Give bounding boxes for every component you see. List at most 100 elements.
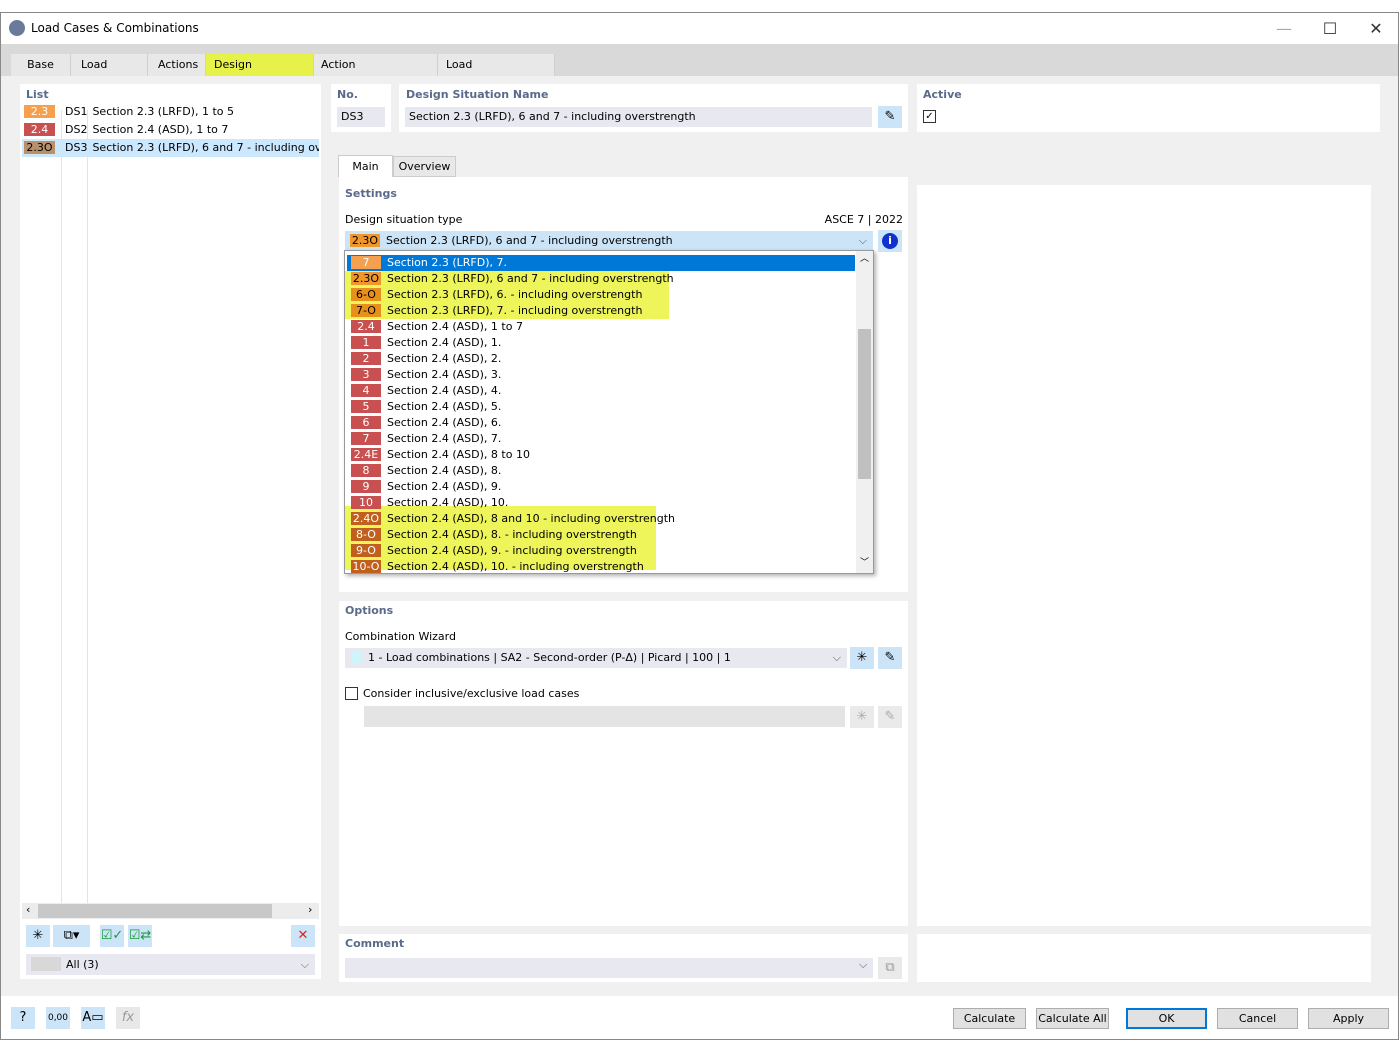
combination-wizard-label: Combination Wizard [345, 630, 456, 643]
list-item[interactable]: 2.4 DS2 Section 2.4 (ASD), 1 to 7 [22, 121, 319, 139]
new-item-icon[interactable]: ✳ [26, 925, 50, 947]
scrollbar-thumb[interactable] [858, 329, 871, 479]
cancel-button[interactable]: Cancel [1217, 1008, 1298, 1029]
edit-name-icon[interactable]: ✎ [878, 106, 902, 128]
list-item[interactable]: 2.3 DS1 Section 2.3 (LRFD), 1 to 5 [22, 103, 319, 121]
content-area: List 2.3 DS1 Section 2.3 (LRFD), 1 to 5 2.4… [1, 76, 1398, 996]
option-badge: 4 [351, 383, 381, 397]
tab-actions[interactable]: Actions [148, 54, 206, 76]
comment-library-icon[interactable]: ⧉ [878, 957, 902, 979]
scroll-down-icon[interactable]: ﹀ [860, 555, 869, 568]
dropdown-option[interactable]: 4 Section 2.4 (ASD), 4. [347, 383, 501, 399]
type-value: Section 2.3 (LRFD), 6 and 7 - including … [386, 234, 673, 247]
info-button[interactable]: i [878, 230, 902, 252]
calculate-button[interactable]: Calculate [953, 1008, 1026, 1029]
option-badge: 7-O [351, 303, 381, 317]
comment-field[interactable] [345, 958, 873, 978]
dropdown-option[interactable]: 8 Section 2.4 (ASD), 8. [347, 463, 501, 479]
dropdown-option[interactable]: 7 Section 2.3 (LRFD), 7. [347, 255, 855, 271]
dropdown-option[interactable]: 2 Section 2.4 (ASD), 2. [347, 351, 501, 367]
ok-button[interactable]: OK [1126, 1008, 1207, 1029]
new-inclusive-icon: ✳ [850, 706, 874, 728]
filter-select[interactable]: All (3) ⌵ [26, 954, 315, 975]
dropdown-option[interactable]: 7 Section 2.4 (ASD), 7. [347, 431, 501, 447]
comment-header: Comment [345, 937, 405, 950]
delete-icon[interactable]: ✕ [291, 925, 315, 947]
close-button[interactable]: ✕ [1353, 13, 1399, 44]
dropdown-option[interactable]: 10 Section 2.4 (ASD), 10. [347, 495, 508, 511]
tab-base[interactable]: Base [11, 54, 71, 76]
tab-overview[interactable]: Overview [393, 156, 456, 177]
active-checkbox[interactable]: ✓ [923, 110, 936, 123]
tab-design-situations[interactable]: Design Situations [206, 54, 314, 93]
title-bar: Load Cases & Combinations — ☐ ✕ [1, 13, 1398, 44]
active-label: Active [923, 88, 962, 101]
minimize-button[interactable]: — [1261, 13, 1307, 44]
combination-wizard-select[interactable]: 1 - Load combinations | SA2 - Second-ord… [345, 648, 847, 668]
dropdown-option[interactable]: 2.4E Section 2.4 (ASD), 8 to 10 [347, 447, 530, 463]
dropdown-option[interactable]: 2.3O Section 2.3 (LRFD), 6 and 7 - includ… [347, 271, 674, 287]
design-situation-type-dropdown[interactable]: 7 Section 2.3 (LRFD), 7. 2.3O Section 2.3 (… [344, 250, 874, 574]
option-text: Section 2.4 (ASD), 6. [387, 416, 502, 429]
active-panel: Active ✓ [917, 84, 1380, 132]
list-item-badge: 2.3O [24, 141, 55, 154]
dropdown-option[interactable]: 5 Section 2.4 (ASD), 5. [347, 399, 501, 415]
formula-icon[interactable]: fx [116, 1007, 140, 1029]
info-icon: i [882, 233, 898, 249]
scroll-up-icon[interactable]: ︿ [860, 251, 869, 264]
list-item[interactable]: 2.3O DS3 Section 2.3 (LRFD), 6 and 7 - inc… [22, 139, 319, 157]
option-badge: 8-O [351, 527, 381, 541]
check-all-icon[interactable]: ☑✓ [100, 925, 124, 947]
option-text: Section 2.4 (ASD), 7. [387, 432, 502, 445]
copy-item-icon[interactable]: ⧉▾ [53, 925, 90, 947]
dropdown-option[interactable]: 9 Section 2.4 (ASD), 9. [347, 479, 501, 495]
option-text: Section 2.3 (LRFD), 7. [387, 256, 507, 269]
help-icon[interactable]: ? [11, 1007, 35, 1029]
design-situation-type-select[interactable]: 2.3O Section 2.3 (LRFD), 6 and 7 - includ… [345, 231, 873, 251]
horizontal-scrollbar[interactable]: ‹ › [22, 903, 319, 919]
dropdown-option[interactable]: 6 Section 2.4 (ASD), 6. [347, 415, 501, 431]
dropdown-option[interactable]: 2.4 Section 2.4 (ASD), 1 to 7 [347, 319, 523, 335]
dropdown-option[interactable]: 3 Section 2.4 (ASD), 3. [347, 367, 501, 383]
apply-button[interactable]: Apply [1308, 1008, 1389, 1029]
dropdown-option[interactable]: 9-O Section 2.4 (ASD), 9. - including ove… [347, 543, 637, 559]
scroll-right-icon[interactable]: › [308, 903, 312, 916]
dropdown-option[interactable]: 8-O Section 2.4 (ASD), 8. - including ove… [347, 527, 637, 543]
scrollbar-thumb[interactable] [38, 904, 272, 918]
inclusive-checkbox[interactable] [345, 687, 358, 700]
scroll-left-icon[interactable]: ‹ [26, 903, 30, 916]
dropdown-scrollbar[interactable]: ︿ ﹀ [856, 251, 873, 573]
dropdown-option[interactable]: 6-O Section 2.3 (LRFD), 6. - including ov… [347, 287, 642, 303]
list-item-name: Section 2.4 (ASD), 1 to 7 [92, 123, 229, 136]
tab-load-cases[interactable]: Load Cases [71, 54, 148, 93]
dropdown-option[interactable]: 10-O Section 2.4 (ASD), 10. - including o… [347, 559, 644, 575]
option-text: Section 2.4 (ASD), 8. - including overst… [387, 528, 637, 541]
dropdown-option[interactable]: 2.4O Section 2.4 (ASD), 8 and 10 - includ… [347, 511, 675, 527]
maximize-button[interactable]: ☐ [1307, 13, 1353, 44]
preview-panel [917, 185, 1371, 926]
calculate-all-button[interactable]: Calculate All [1036, 1008, 1109, 1029]
list-item-badge: 2.3 [24, 105, 55, 118]
option-badge: 10 [351, 495, 381, 509]
main-tabs: Base Load Cases Actions Design Situation… [1, 44, 1398, 93]
chevron-down-icon: ⌵ [859, 958, 868, 971]
number-field[interactable]: DS3 [337, 107, 385, 127]
tab-main[interactable]: Main [338, 155, 393, 177]
name-field[interactable]: Section 2.3 (LRFD), 6 and 7 - including … [405, 107, 872, 127]
tab-load-combinations[interactable]: Load Combinations [438, 54, 555, 93]
list-item-badge: 2.4 [24, 123, 55, 136]
name-label: Design Situation Name [406, 88, 549, 101]
new-wizard-icon[interactable]: ✳ [850, 647, 874, 669]
units-icon[interactable]: 0,00 [46, 1007, 70, 1029]
option-text: Section 2.4 (ASD), 9. [387, 480, 502, 493]
dropdown-option[interactable]: 1 Section 2.4 (ASD), 1. [347, 335, 501, 351]
display-settings-icon[interactable]: A▭ [81, 1007, 105, 1029]
option-text: Section 2.4 (ASD), 1 to 7 [387, 320, 523, 333]
number-panel: No. DS3 [331, 84, 391, 132]
toggle-check-icon[interactable]: ☑⇄ [128, 925, 152, 947]
dropdown-option[interactable]: 7-O Section 2.3 (LRFD), 7. - including ov… [347, 303, 642, 319]
edit-wizard-icon[interactable]: ✎ [878, 647, 902, 669]
app-icon [9, 20, 25, 36]
option-badge: 6-O [351, 287, 381, 301]
tab-action-combinations[interactable]: Action Combinations [314, 54, 438, 93]
